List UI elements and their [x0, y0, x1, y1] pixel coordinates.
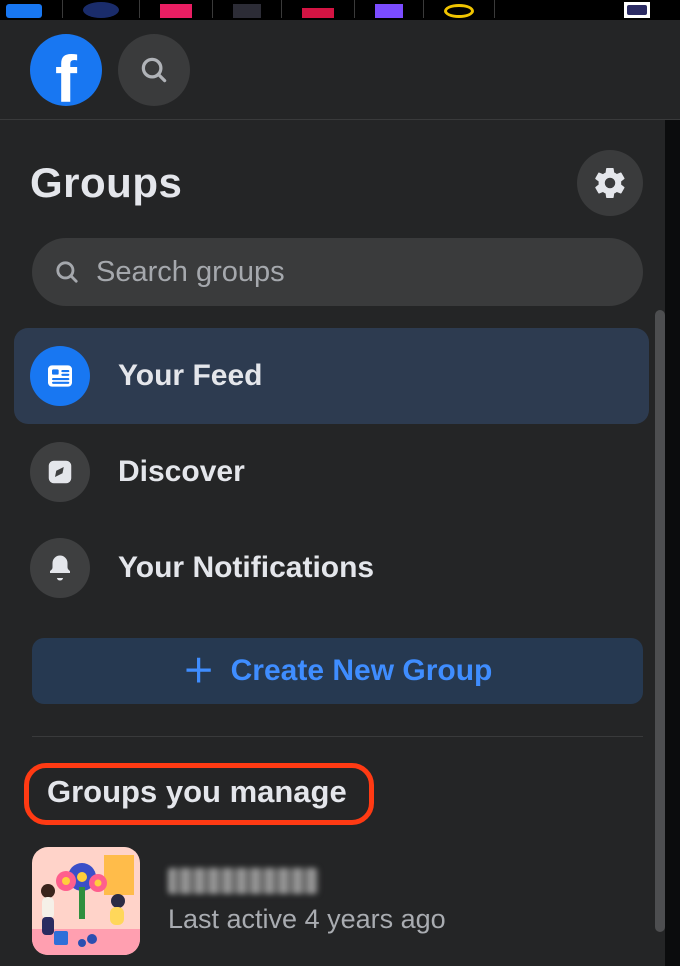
nav-label: Discover — [118, 455, 245, 489]
search-icon — [139, 55, 169, 85]
nav-your-feed[interactable]: Your Feed — [14, 328, 649, 424]
tab-separator — [494, 0, 495, 18]
plus-icon: ＋ — [183, 655, 215, 687]
group-thumbnail — [32, 847, 140, 955]
global-search-button[interactable] — [118, 34, 190, 106]
bell-icon — [30, 538, 90, 598]
facebook-logo-letter: f — [55, 46, 77, 106]
divider — [32, 736, 643, 737]
group-name-redacted — [168, 868, 318, 894]
newspaper-icon — [44, 360, 76, 392]
tab-favicon — [302, 8, 334, 18]
tab-favicon — [160, 4, 192, 18]
create-group-button[interactable]: ＋ Create New Group — [32, 638, 643, 704]
tab-favicon — [6, 4, 42, 18]
scrollbar-thumb[interactable] — [655, 310, 665, 932]
section-title: Groups you manage — [47, 774, 347, 809]
tab-favicon — [444, 4, 474, 18]
tab-favicon — [375, 4, 403, 18]
bell-icon-svg — [45, 553, 75, 583]
annotation-highlight: Groups you manage — [24, 763, 374, 825]
groups-sidebar: Groups — [0, 120, 665, 966]
tab-separator — [139, 0, 140, 18]
browser-tab-strip — [0, 0, 680, 20]
compass-icon — [45, 457, 75, 487]
group-thumbnail-illustration — [32, 847, 140, 955]
discover-icon — [30, 442, 90, 502]
search-icon — [54, 259, 80, 285]
scrollbar[interactable] — [655, 310, 665, 966]
tab-separator — [212, 0, 213, 18]
page-title: Groups — [30, 159, 182, 207]
app-header: f — [0, 20, 680, 120]
group-meta: Last active 4 years ago — [168, 868, 446, 935]
nav-notifications[interactable]: Your Notifications — [14, 520, 649, 616]
gear-icon — [592, 165, 628, 201]
create-group-label: Create New Group — [231, 654, 493, 688]
sidebar-heading-row: Groups — [14, 120, 649, 234]
nav-label: Your Feed — [118, 359, 262, 393]
tab-favicon — [624, 2, 650, 18]
search-groups-field[interactable] — [32, 238, 643, 306]
tab-separator — [281, 0, 282, 18]
tab-separator — [354, 0, 355, 18]
group-last-active: Last active 4 years ago — [168, 904, 446, 935]
tab-separator — [423, 0, 424, 18]
feed-icon — [30, 346, 90, 406]
search-groups-input[interactable] — [94, 255, 621, 290]
facebook-logo[interactable]: f — [30, 34, 102, 106]
tab-separator — [62, 0, 63, 18]
tab-favicon — [83, 2, 119, 18]
managed-group-item[interactable]: Last active 4 years ago — [14, 825, 649, 966]
tab-favicon — [233, 4, 261, 18]
nav-label: Your Notifications — [118, 551, 374, 585]
nav-discover[interactable]: Discover — [14, 424, 649, 520]
settings-button[interactable] — [577, 150, 643, 216]
